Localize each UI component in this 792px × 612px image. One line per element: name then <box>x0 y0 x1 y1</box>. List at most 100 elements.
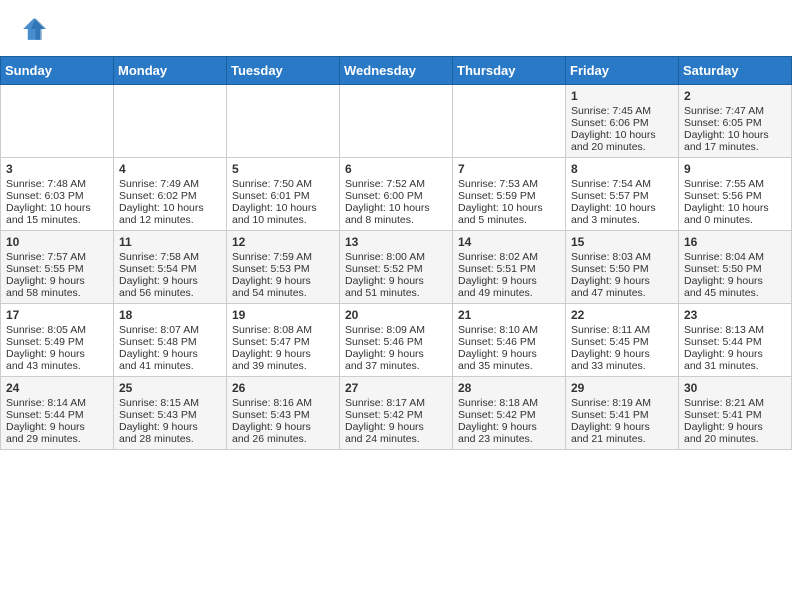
day-info-line: Sunrise: 7:47 AM <box>684 105 786 117</box>
day-info-line: Daylight: 9 hours <box>684 421 786 433</box>
weekday-header-row: SundayMondayTuesdayWednesdayThursdayFrid… <box>1 57 792 85</box>
day-number: 26 <box>232 381 334 395</box>
day-number: 25 <box>119 381 221 395</box>
day-info-line: Sunset: 6:03 PM <box>6 190 108 202</box>
day-info-line: Sunrise: 8:03 AM <box>571 251 673 263</box>
day-info-line: Sunset: 5:57 PM <box>571 190 673 202</box>
day-info-line: Daylight: 9 hours <box>6 275 108 287</box>
calendar-cell <box>453 85 566 158</box>
day-info-line: Daylight: 10 hours <box>119 202 221 214</box>
day-info-line: and 26 minutes. <box>232 433 334 445</box>
day-info-line: and 39 minutes. <box>232 360 334 372</box>
day-info-line: and 51 minutes. <box>345 287 447 299</box>
day-info-line: Sunset: 5:50 PM <box>684 263 786 275</box>
calendar-table: SundayMondayTuesdayWednesdayThursdayFrid… <box>0 56 792 450</box>
day-number: 23 <box>684 308 786 322</box>
day-info-line: Daylight: 10 hours <box>232 202 334 214</box>
day-info-line: Daylight: 9 hours <box>571 275 673 287</box>
day-info-line: Sunset: 6:01 PM <box>232 190 334 202</box>
calendar-week-row: 1Sunrise: 7:45 AMSunset: 6:06 PMDaylight… <box>1 85 792 158</box>
day-info-line: Sunrise: 7:59 AM <box>232 251 334 263</box>
day-info-line: and 41 minutes. <box>119 360 221 372</box>
day-info-line: Daylight: 9 hours <box>684 348 786 360</box>
day-info-line: and 17 minutes. <box>684 141 786 153</box>
calendar-cell: 17Sunrise: 8:05 AMSunset: 5:49 PMDayligh… <box>1 304 114 377</box>
day-info-line: and 54 minutes. <box>232 287 334 299</box>
weekday-header-tuesday: Tuesday <box>227 57 340 85</box>
day-info-line: Sunrise: 7:57 AM <box>6 251 108 263</box>
calendar-cell: 2Sunrise: 7:47 AMSunset: 6:05 PMDaylight… <box>679 85 792 158</box>
day-info-line: Daylight: 9 hours <box>458 348 560 360</box>
day-info-line: Sunset: 6:06 PM <box>571 117 673 129</box>
calendar-cell: 8Sunrise: 7:54 AMSunset: 5:57 PMDaylight… <box>566 158 679 231</box>
calendar-cell: 6Sunrise: 7:52 AMSunset: 6:00 PMDaylight… <box>340 158 453 231</box>
calendar-cell <box>227 85 340 158</box>
calendar-cell <box>114 85 227 158</box>
day-info-line: Sunset: 5:42 PM <box>345 409 447 421</box>
calendar-cell: 5Sunrise: 7:50 AMSunset: 6:01 PMDaylight… <box>227 158 340 231</box>
weekday-header-saturday: Saturday <box>679 57 792 85</box>
day-info-line: and 5 minutes. <box>458 214 560 226</box>
day-info-line: Sunset: 5:47 PM <box>232 336 334 348</box>
day-number: 18 <box>119 308 221 322</box>
calendar-cell: 16Sunrise: 8:04 AMSunset: 5:50 PMDayligh… <box>679 231 792 304</box>
day-info-line: Sunrise: 8:15 AM <box>119 397 221 409</box>
day-number: 27 <box>345 381 447 395</box>
day-info-line: Sunset: 5:41 PM <box>571 409 673 421</box>
day-info-line: Sunset: 5:50 PM <box>571 263 673 275</box>
day-info-line: Daylight: 10 hours <box>684 129 786 141</box>
calendar-cell: 27Sunrise: 8:17 AMSunset: 5:42 PMDayligh… <box>340 377 453 450</box>
day-number: 15 <box>571 235 673 249</box>
day-info-line: Daylight: 10 hours <box>345 202 447 214</box>
weekday-header-wednesday: Wednesday <box>340 57 453 85</box>
calendar-cell <box>340 85 453 158</box>
day-info-line: Daylight: 9 hours <box>458 275 560 287</box>
day-info-line: Sunset: 5:53 PM <box>232 263 334 275</box>
day-info-line: and 24 minutes. <box>345 433 447 445</box>
day-info-line: Daylight: 10 hours <box>684 202 786 214</box>
calendar-cell: 20Sunrise: 8:09 AMSunset: 5:46 PMDayligh… <box>340 304 453 377</box>
calendar-cell: 1Sunrise: 7:45 AMSunset: 6:06 PMDaylight… <box>566 85 679 158</box>
calendar-cell: 21Sunrise: 8:10 AMSunset: 5:46 PMDayligh… <box>453 304 566 377</box>
calendar-cell <box>1 85 114 158</box>
calendar-week-row: 3 Sunrise: 7:48 AMSunset: 6:03 PM Daylight… <box>1 158 792 231</box>
day-info-line: Daylight: 9 hours <box>232 275 334 287</box>
day-info-line: Sunset: 5:46 PM <box>345 336 447 348</box>
day-info-line: Sunrise: 7:55 AM <box>684 178 786 190</box>
day-info-line: Daylight: 9 hours <box>345 348 447 360</box>
day-number: 11 <box>119 235 221 249</box>
calendar-cell: 24Sunrise: 8:14 AMSunset: 5:44 PMDayligh… <box>1 377 114 450</box>
day-info-line: Sunset: 5:48 PM <box>119 336 221 348</box>
day-info-line: Sunrise: 8:08 AM <box>232 324 334 336</box>
day-info-line: Daylight: 9 hours <box>571 421 673 433</box>
day-info-line: Sunrise: 7:48 AM <box>6 178 108 190</box>
day-number: 30 <box>684 381 786 395</box>
day-info-line: Daylight: 9 hours <box>232 421 334 433</box>
day-info-line: Daylight: 9 hours <box>345 421 447 433</box>
day-info-line: Sunrise: 7:54 AM <box>571 178 673 190</box>
day-info-line: Daylight: 9 hours <box>119 421 221 433</box>
day-info-line: Sunrise: 8:10 AM <box>458 324 560 336</box>
day-number: 1 <box>571 89 673 103</box>
calendar-cell: 13Sunrise: 8:00 AMSunset: 5:52 PMDayligh… <box>340 231 453 304</box>
day-info-line: and 33 minutes. <box>571 360 673 372</box>
day-info-line: Daylight: 10 hours <box>571 202 673 214</box>
day-info-line: Daylight: 9 hours <box>119 348 221 360</box>
day-info-line: Sunset: 6:05 PM <box>684 117 786 129</box>
weekday-header-thursday: Thursday <box>453 57 566 85</box>
day-info-line: and 23 minutes. <box>458 433 560 445</box>
day-number: 17 <box>6 308 108 322</box>
day-info-line: Sunset: 6:02 PM <box>119 190 221 202</box>
calendar-cell: 26Sunrise: 8:16 AMSunset: 5:43 PMDayligh… <box>227 377 340 450</box>
calendar-cell: 23Sunrise: 8:13 AMSunset: 5:44 PMDayligh… <box>679 304 792 377</box>
day-number: 3 <box>6 162 108 176</box>
day-info-line: Daylight: 9 hours <box>345 275 447 287</box>
day-info-line: Sunrise: 8:14 AM <box>6 397 108 409</box>
day-info-line: Sunrise: 7:52 AM <box>345 178 447 190</box>
day-info-line: Sunrise: 8:07 AM <box>119 324 221 336</box>
day-info-line: and 35 minutes. <box>458 360 560 372</box>
day-info-line: Daylight: 10 hours <box>571 129 673 141</box>
day-number: 16 <box>684 235 786 249</box>
calendar-week-row: 24Sunrise: 8:14 AMSunset: 5:44 PMDayligh… <box>1 377 792 450</box>
day-info-line: Sunset: 5:46 PM <box>458 336 560 348</box>
